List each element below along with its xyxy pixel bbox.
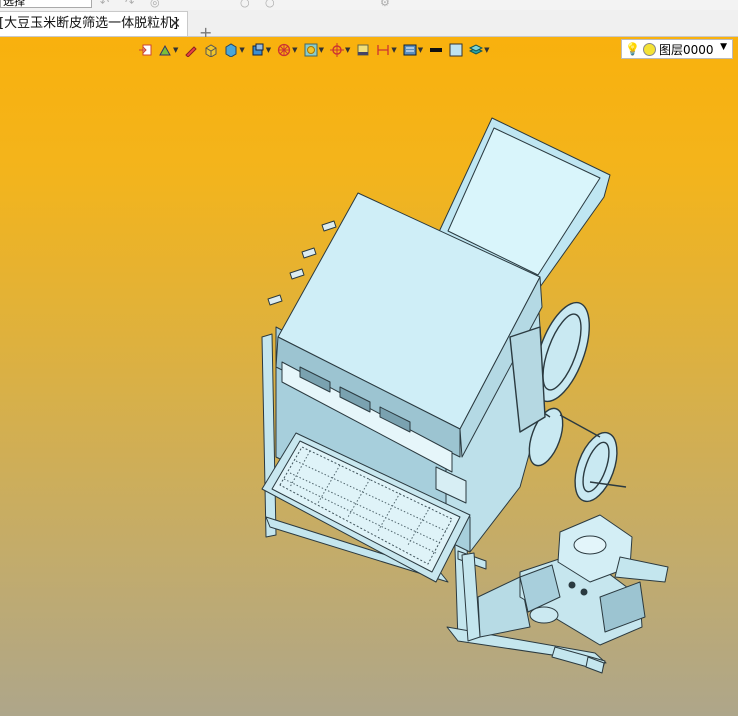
circle-tool-2-icon[interactable]: ○ xyxy=(265,0,275,9)
tab-close-icon[interactable]: ✕ xyxy=(169,12,181,36)
history-icon[interactable]: ◎ xyxy=(150,0,160,9)
3d-viewport[interactable]: ▼ ▼ ▼ ▼ ▼ ▼ ▼ ▼ ▼ 💡 图层0000 ▼ xyxy=(0,37,738,716)
circle-tool-icon[interactable]: ○ xyxy=(240,0,250,9)
undo-icon[interactable]: ↶ xyxy=(100,0,109,9)
redo-icon[interactable]: ↷ xyxy=(125,0,134,9)
select-mode-dropdown[interactable]: 选择 xyxy=(0,0,92,8)
tab-title: [大豆玉米断皮筛选一体脱粒机] xyxy=(0,16,179,31)
engine xyxy=(519,514,669,646)
threshing-machine-model[interactable] xyxy=(0,37,738,716)
tab-document[interactable]: [大豆玉米断皮筛选一体脱粒机] ✕ xyxy=(0,11,188,36)
gear-icon[interactable]: ⚙ xyxy=(380,0,390,9)
document-tabbar: [大豆玉米断皮筛选一体脱粒机] ✕ + xyxy=(0,10,738,42)
